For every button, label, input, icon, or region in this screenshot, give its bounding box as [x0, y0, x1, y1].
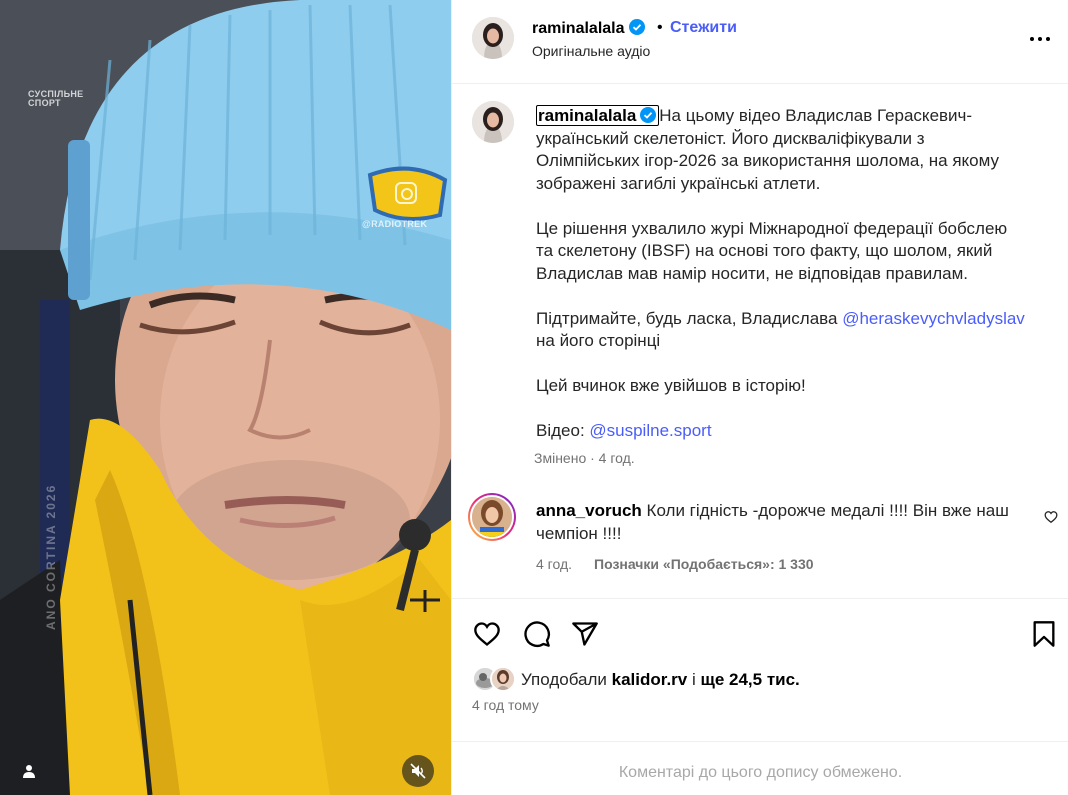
caption-line: Це рішення ухвалило журі Міжнародної фед… [536, 218, 1008, 238]
likes-count-link[interactable]: ще 24,5 тис. [700, 670, 799, 689]
post-timestamp[interactable]: 4 год тому [472, 697, 539, 713]
commenter-username-link[interactable]: anna_voruch [536, 501, 642, 520]
comments-restricted-text: Коментарі до цього допису обмежено. [618, 764, 903, 781]
save-button[interactable] [1029, 619, 1059, 649]
comments-restricted-footer: Коментарі до цього допису обмежено. [452, 741, 1068, 795]
comment-button[interactable] [522, 619, 552, 649]
caption-line: Олімпійських ігор-2026 за використання ш… [536, 151, 1000, 170]
post-header: raminalalala • Стежити Оригінальне аудіо [452, 0, 1068, 84]
caption-line: та скелетону (IBSF) на основі того факту… [536, 241, 993, 260]
caption-username-link[interactable]: raminalalala [536, 105, 660, 126]
like-button[interactable] [472, 619, 502, 649]
paper-plane-icon [572, 622, 598, 646]
user-tag-button[interactable] [13, 755, 45, 787]
mention-suspilne-sport[interactable]: @suspilne.sport [589, 421, 711, 440]
caption-line: Підтримайте, будь ласка, Владислава [536, 308, 843, 328]
caption-line: український скелетоніст. Його дискваліфі… [536, 128, 925, 148]
post-actions-bar [452, 598, 1068, 668]
caption-line: Цей вчинок вже увійшов в історію! [536, 376, 806, 395]
comment-likes-link[interactable]: Позначки «Подобається»: 1 330 [594, 556, 814, 572]
speaker-muted-icon [410, 763, 426, 779]
commenter-avatar[interactable] [468, 493, 516, 541]
post-video[interactable]: СУСПІЛЬНЕ СПОРТ @RADIOTREK ANO CORTINA 2… [0, 0, 451, 795]
likes-text: Уподобали kalidor.rv і ще 24,5 тис. [521, 670, 800, 690]
background-banner-text: ANO CORTINA 2026 [44, 483, 58, 630]
verified-badge-icon [628, 19, 645, 35]
comment-meta: 4 год. Позначки «Подобається»: 1 330 [536, 556, 814, 572]
suspilne-watermark: СУСПІЛЬНЕ СПОРТ [28, 89, 84, 108]
caption-line: На цьому відео Владислав Гераскевич- [659, 106, 973, 125]
caption-text: raminalalala На цьому відео Владислав Гер… [536, 105, 1046, 443]
caption-line: зображені загиблі українські атлети. [536, 173, 821, 193]
liker-avatars [472, 666, 518, 692]
more-options-icon[interactable] [1027, 30, 1053, 48]
comment-like-button[interactable] [1044, 510, 1058, 529]
author-username-link[interactable]: raminalalala [532, 19, 645, 38]
bookmark-icon [1033, 621, 1055, 647]
radiotrek-watermark: @RADIOTREK [362, 219, 428, 229]
comment-time: 4 год. [536, 556, 573, 572]
comment-line: чемпіон !!!! [536, 523, 622, 543]
likes-connector: і [687, 670, 701, 689]
mention-heraskevychvladyslav[interactable]: @heraskevychvladyslav [842, 309, 1025, 328]
liker-avatar[interactable] [490, 666, 516, 692]
video-credit-label: Відео: [536, 421, 590, 440]
comment-line: Коли гідність -дорожче медалі !!!! Він в… [646, 501, 1009, 520]
heart-outline-icon [1044, 511, 1058, 524]
heart-outline-icon [474, 622, 500, 646]
liker-username-link[interactable]: kalidor.rv [612, 670, 688, 689]
user-tag-icon [23, 765, 35, 778]
likes-prefix: Уподобали [521, 670, 612, 689]
share-button[interactable] [570, 619, 600, 649]
comment-bubble-icon [524, 621, 550, 647]
comment-text: anna_voruch Коли гідність -дорожче медал… [536, 500, 1026, 545]
author-avatar[interactable] [472, 17, 514, 59]
caption-line: Владислав мав намір носити, не відповіда… [536, 263, 969, 283]
post-details-panel: raminalalala • Стежити Оригінальне аудіо… [451, 0, 1068, 795]
instagram-watermark-icon [395, 182, 417, 204]
original-audio-link[interactable]: Оригінальне аудіо [532, 43, 650, 59]
verified-badge-icon [640, 107, 657, 123]
caption-author-avatar[interactable] [472, 101, 514, 143]
follow-button[interactable]: Стежити [670, 19, 737, 37]
caption-line: на його сторінці [536, 331, 661, 350]
caption-edited-time: Змінено · 4 год. [534, 450, 635, 466]
mute-button[interactable] [402, 755, 434, 787]
header-separator: • [657, 19, 663, 36]
